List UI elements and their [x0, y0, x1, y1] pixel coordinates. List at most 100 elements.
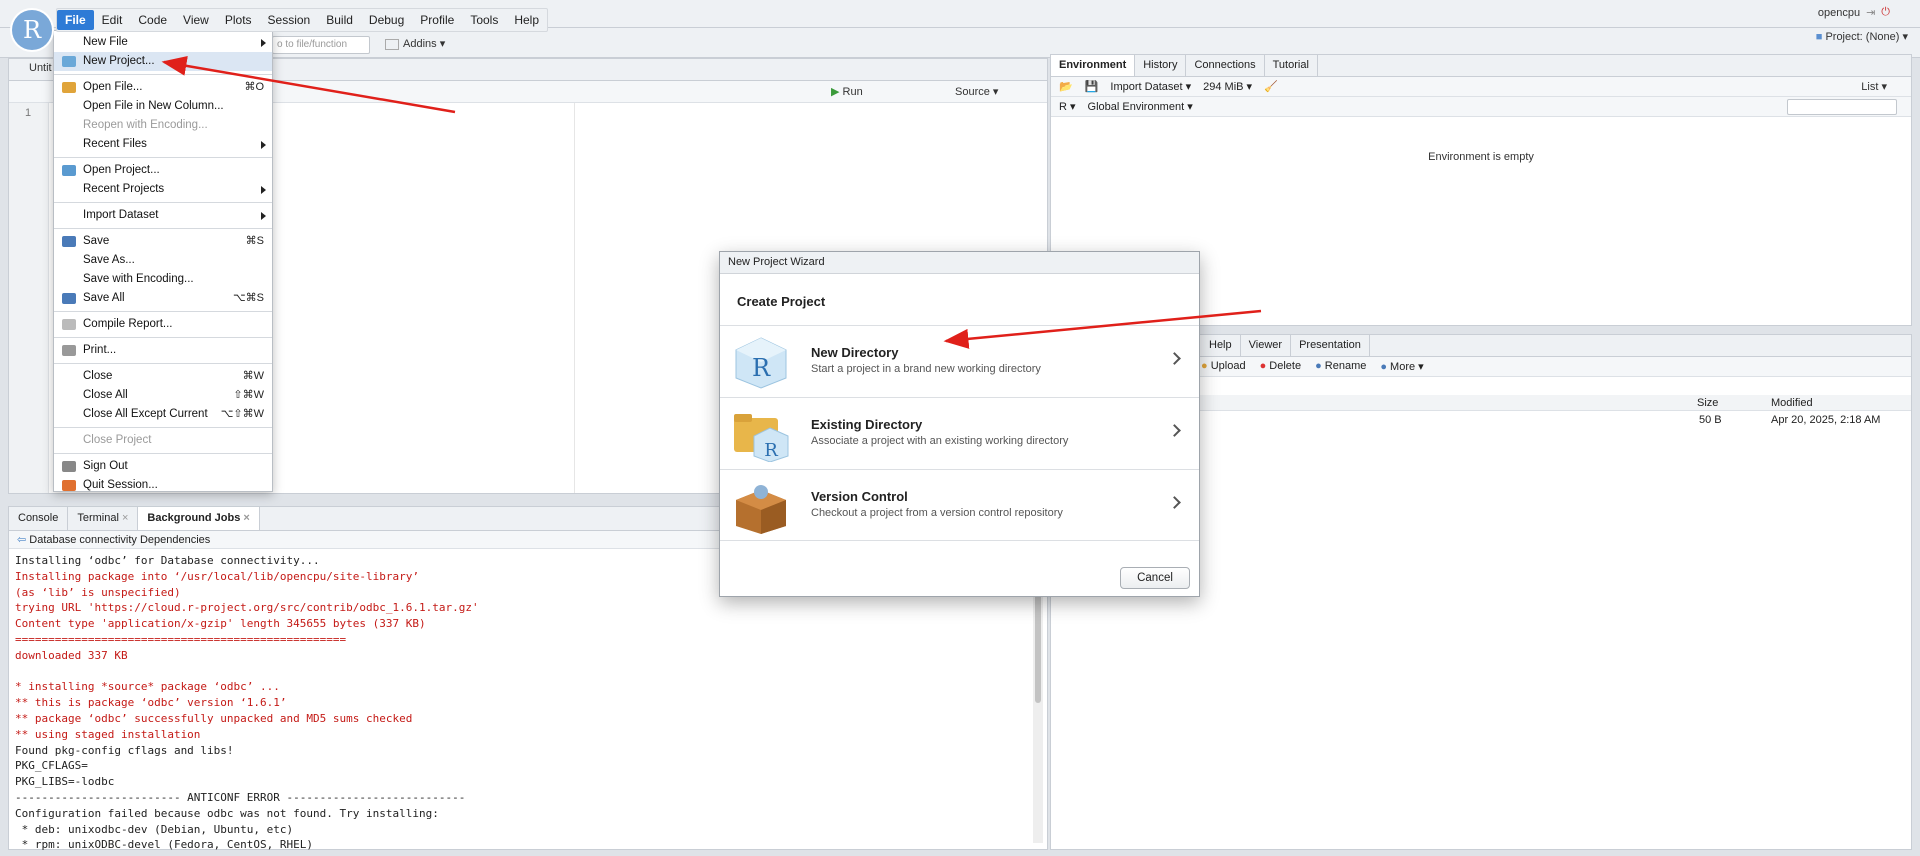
back-icon[interactable]: ⇦	[17, 534, 26, 546]
shortcut: ⌘O	[244, 81, 264, 93]
close-tab-icon[interactable]: ×	[119, 512, 128, 524]
console-tab-console[interactable]: Console	[9, 507, 69, 530]
menu-build[interactable]: Build	[318, 10, 361, 30]
list-view-button[interactable]: List ▾	[1861, 80, 1887, 93]
shortcut: ⌥⇧⌘W	[220, 408, 264, 420]
file-menu-close-all-except-current[interactable]: Close All Except Current ⌥⇧⌘W	[54, 405, 272, 424]
console-line: PKG_LIBS=-lodbc	[15, 775, 115, 789]
file-menu-save-all[interactable]: Save All ⌥⌘S	[54, 289, 272, 308]
console-line: * installing *source* package ‘odbc’ ...	[15, 680, 280, 694]
open-project-icon	[62, 165, 76, 176]
source-tab-untitled[interactable]: Untit	[29, 62, 52, 74]
env-tab-environment[interactable]: Environment	[1051, 55, 1136, 76]
file-menu-recent-projects[interactable]: Recent Projects	[54, 180, 272, 199]
menu-help[interactable]: Help	[506, 10, 547, 30]
file-menu-close[interactable]: Close ⌘W	[54, 367, 272, 386]
cancel-button[interactable]: Cancel	[1120, 567, 1190, 589]
col-modified[interactable]: Modified	[1771, 397, 1813, 409]
menubar: File Edit Code View Plots Session Build Debug Pr…	[56, 8, 549, 32]
env-tab-tutorial[interactable]: Tutorial	[1265, 55, 1318, 76]
option-new-directory[interactable]: R New Directory Start a project in a bra…	[720, 325, 1199, 397]
source-button[interactable]: Source ▾	[955, 85, 998, 98]
file-menu-open-project[interactable]: Open Project...	[54, 161, 272, 180]
quit-icon	[62, 480, 76, 491]
env-tab-history[interactable]: History	[1135, 55, 1187, 76]
sign-out-icon	[62, 461, 76, 472]
file-menu-compile-report[interactable]: Compile Report...	[54, 315, 272, 334]
menu-plots[interactable]: Plots	[217, 10, 260, 30]
menu-separator	[54, 363, 272, 364]
file-menu-open-file-in-new-column[interactable]: Open File in New Column...	[54, 97, 272, 116]
more-button[interactable]: ● More ▾	[1380, 360, 1423, 373]
menu-separator	[54, 74, 272, 75]
console-line: ** this is package ‘odbc’ version ‘1.6.1…	[15, 696, 287, 710]
files-tab-help[interactable]: Help	[1201, 335, 1241, 356]
submenu-arrow-icon	[261, 141, 266, 149]
console-line: * deb: unixodbc-dev (Debian, Ubuntu, etc…	[15, 822, 294, 836]
file-menu: New File New Project... Open File... ⌘O Open…	[53, 30, 273, 492]
file-menu-close-all[interactable]: Close All ⇧⌘W	[54, 386, 272, 405]
submenu-arrow-icon	[261, 186, 266, 194]
option-version-control[interactable]: Version Control Checkout a project from …	[720, 469, 1199, 541]
file-menu-save[interactable]: Save ⌘S	[54, 232, 272, 251]
console-line: trying URL 'https://cloud.r-project.org/…	[15, 601, 479, 615]
file-menu-sign-out[interactable]: Sign Out	[54, 457, 272, 476]
menu-profile[interactable]: Profile	[412, 10, 462, 30]
file-menu-save-with-encoding[interactable]: Save with Encoding...	[54, 270, 272, 289]
file-menu-new-file[interactable]: New File	[54, 33, 272, 52]
file-menu-save-as[interactable]: Save As...	[54, 251, 272, 270]
language-select[interactable]: R ▾	[1059, 100, 1076, 113]
upload-button[interactable]: ● Upload	[1201, 360, 1246, 373]
run-button[interactable]: ▶ Run	[831, 85, 863, 98]
file-menu-open-file[interactable]: Open File... ⌘O	[54, 78, 272, 97]
env-tab-connections[interactable]: Connections	[1186, 55, 1265, 76]
power-icon[interactable]: ⏻	[1881, 6, 1890, 19]
files-tab-viewer[interactable]: Viewer	[1241, 335, 1292, 356]
file-menu-new-project[interactable]: New Project...	[54, 52, 272, 71]
line-gutter	[9, 103, 49, 493]
menu-tools[interactable]: Tools	[462, 10, 506, 30]
save-env-icon[interactable]: 💾	[1085, 80, 1099, 93]
col-size[interactable]: Size	[1697, 397, 1718, 409]
project-menu[interactable]: ■ Project: (None) ▾	[1816, 30, 1908, 43]
sign-out-icon[interactable]: ⇥	[1866, 6, 1875, 19]
load-icon[interactable]: 📂	[1059, 80, 1073, 93]
menu-file[interactable]: File	[57, 10, 94, 30]
console-tab-terminal[interactable]: Terminal ×	[68, 507, 139, 530]
import-dataset-button[interactable]: Import Dataset ▾	[1110, 80, 1191, 93]
files-tab-presentation[interactable]: Presentation	[1291, 335, 1370, 356]
compile-report-icon	[62, 319, 76, 330]
menu-code[interactable]: Code	[130, 10, 175, 30]
close-tab-icon[interactable]: ×	[240, 512, 249, 524]
addins-button[interactable]: Addins ▾	[385, 37, 445, 50]
menu-view[interactable]: View	[175, 10, 217, 30]
menu-separator	[54, 427, 272, 428]
goto-file-input[interactable]: o to file/function	[272, 36, 370, 54]
file-menu-recent-files[interactable]: Recent Files	[54, 135, 272, 154]
delete-icon: ●	[1259, 360, 1270, 372]
menu-separator	[54, 453, 272, 454]
more-icon: ●	[1380, 361, 1391, 373]
console-tab-background-jobs[interactable]: Background Jobs ×	[138, 507, 260, 530]
open-file-icon	[62, 82, 76, 93]
env-search-input[interactable]	[1787, 99, 1897, 115]
broom-icon[interactable]: 🧹	[1264, 80, 1278, 93]
menu-debug[interactable]: Debug	[361, 10, 412, 30]
file-menu-import-dataset[interactable]: Import Dataset	[54, 206, 272, 225]
scope-select[interactable]: Global Environment ▾	[1088, 100, 1193, 113]
grid-icon	[385, 38, 399, 50]
option-existing-directory[interactable]: R Existing Directory Associate a project…	[720, 397, 1199, 469]
memory-usage[interactable]: 294 MiB ▾	[1203, 80, 1252, 93]
new-directory-icon: R	[735, 337, 787, 389]
delete-button[interactable]: ● Delete	[1260, 360, 1302, 373]
file-menu-print[interactable]: Print...	[54, 341, 272, 360]
menu-session[interactable]: Session	[260, 10, 319, 30]
file-menu-reopen-with-encoding: Reopen with Encoding...	[83, 119, 208, 131]
rename-button[interactable]: ● Rename	[1315, 360, 1366, 373]
dialog-title: New Project Wizard	[720, 252, 1199, 274]
menu-edit[interactable]: Edit	[94, 10, 131, 30]
run-icon: ▶	[831, 86, 840, 98]
shortcut: ⌥⌘S	[232, 292, 264, 304]
file-menu-quit-session[interactable]: Quit Session...	[54, 476, 272, 495]
